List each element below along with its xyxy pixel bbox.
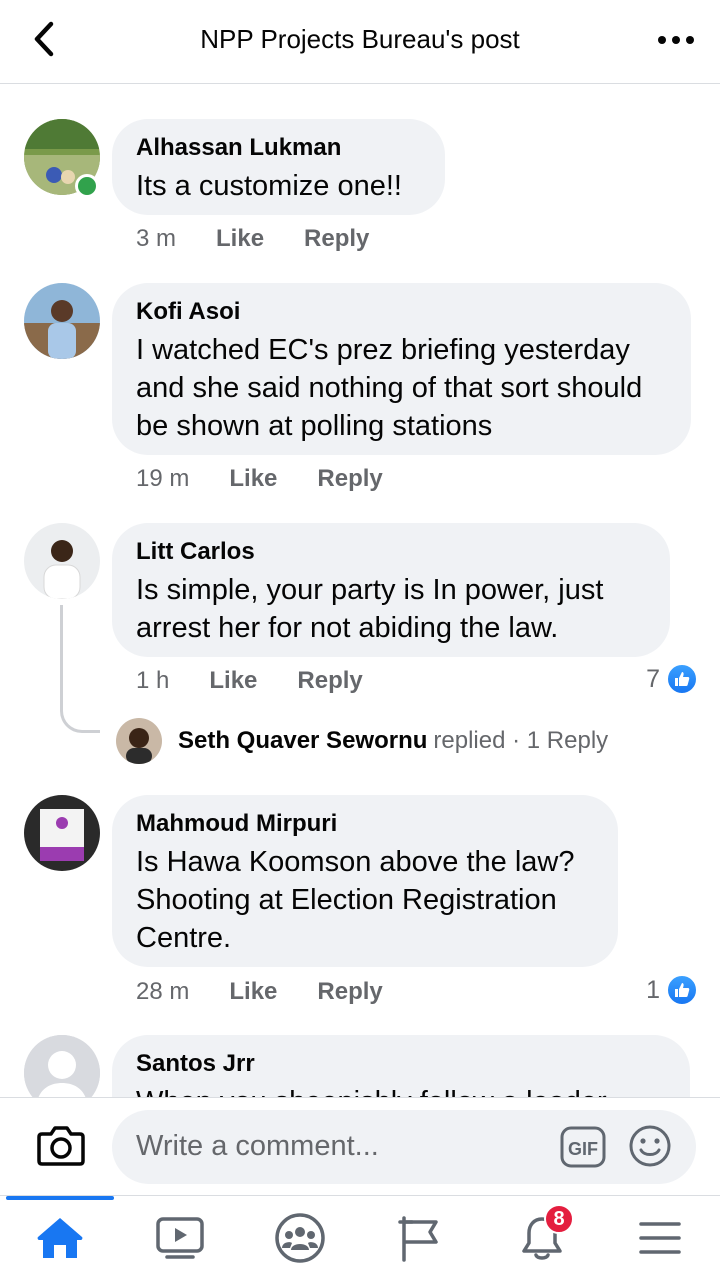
avatar[interactable] (24, 795, 100, 871)
camera-icon (37, 1126, 85, 1166)
notification-badge: 8 (544, 1204, 574, 1234)
reaction-count[interactable]: 7 (646, 663, 698, 695)
comment-time[interactable]: 19 m (136, 465, 189, 493)
comment-time[interactable]: 28 m (136, 978, 189, 1006)
comment-author[interactable]: Mahmoud Mirpuri (136, 809, 594, 839)
reaction-count[interactable]: 1 (646, 974, 698, 1006)
comment-bubble[interactable]: Santos Jrr When you sheepishly follow a … (112, 1035, 690, 1097)
comment-text: I watched EC's prez briefing yesterday a… (136, 334, 643, 442)
comment-meta: 1 h Like Reply (136, 667, 403, 695)
comment-meta: 28 m Like Reply (136, 978, 423, 1006)
avatar (116, 718, 162, 764)
emoji-button[interactable] (628, 1124, 672, 1168)
comment-bubble[interactable]: Litt Carlos Is simple, your party is In … (112, 523, 670, 657)
more-options-button[interactable] (654, 20, 698, 60)
view-replies-link[interactable]: Seth Quaver Sewornu replied · 1 Reply (116, 717, 608, 765)
tab-watch[interactable] (150, 1210, 210, 1266)
bottom-navigation: 8 (0, 1195, 720, 1280)
comment-meta: 19 m Like Reply (136, 465, 423, 493)
comment-meta: 3 m Like Reply (136, 225, 409, 253)
comment-bubble[interactable]: Kofi Asoi I watched EC's prez briefing y… (112, 283, 691, 455)
comment-author[interactable]: Litt Carlos (136, 537, 646, 567)
comment-author[interactable]: Alhassan Lukman (136, 133, 421, 163)
avatar[interactable] (24, 1035, 100, 1097)
like-reaction-icon (666, 974, 698, 1006)
comment-time[interactable]: 1 h (136, 667, 169, 695)
comment-text: Is simple, your party is In power, just … (136, 574, 604, 644)
reaction-number: 7 (646, 664, 660, 693)
tab-groups[interactable] (270, 1210, 330, 1266)
comment-author[interactable]: Kofi Asoi (136, 297, 667, 327)
default-avatar-icon (24, 1035, 100, 1097)
reply-button[interactable]: Reply (304, 225, 369, 253)
tab-notifications[interactable]: 8 (512, 1204, 574, 1266)
comment-input[interactable]: Write a comment... GIF (112, 1110, 696, 1184)
comment-text: Its a customize one!! (136, 170, 402, 202)
flag-icon (398, 1216, 438, 1262)
active-tab-indicator (6, 1196, 114, 1200)
avatar[interactable] (24, 283, 100, 359)
thread-connector (60, 605, 100, 733)
comment-author[interactable]: Santos Jrr (136, 1049, 666, 1079)
comment-input-placeholder: Write a comment... (136, 1130, 379, 1162)
like-button[interactable]: Like (229, 465, 277, 493)
comment-bubble[interactable]: Mahmoud Mirpuri Is Hawa Koomson above th… (112, 795, 618, 967)
gif-label: GIF (568, 1139, 598, 1159)
tab-home[interactable] (30, 1210, 90, 1266)
like-button[interactable]: Like (216, 225, 264, 253)
comment-bubble[interactable]: Alhassan Lukman Its a customize one!! (112, 119, 445, 215)
camera-button[interactable] (36, 1122, 86, 1168)
reply-button[interactable]: Reply (317, 978, 382, 1006)
comment-text: Is Hawa Koomson above the law? Shooting … (136, 846, 575, 954)
tab-pages[interactable] (390, 1210, 450, 1266)
reply-button[interactable]: Reply (317, 465, 382, 493)
reaction-number: 1 (646, 975, 660, 1004)
gif-button[interactable]: GIF (560, 1126, 606, 1168)
top-bar: NPP Projects Bureau's post (0, 0, 720, 84)
groups-icon (275, 1213, 325, 1263)
gif-icon: GIF (560, 1126, 606, 1168)
comment-text: When you sheepishly follow a leader (136, 1083, 666, 1097)
like-reaction-icon (666, 663, 698, 695)
like-button[interactable]: Like (229, 978, 277, 1006)
reply-count-text: replied · 1 Reply (433, 727, 609, 754)
hamburger-menu-icon (639, 1222, 681, 1254)
avatar[interactable] (24, 523, 100, 599)
video-play-icon (156, 1217, 204, 1259)
online-status-icon (75, 174, 99, 198)
page-title: NPP Projects Bureau's post (200, 24, 520, 54)
reply-author: Seth Quaver Sewornu (178, 727, 428, 754)
like-button[interactable]: Like (209, 667, 257, 695)
comment-composer: Write a comment... GIF (0, 1097, 720, 1195)
home-icon (37, 1218, 83, 1258)
comment-time[interactable]: 3 m (136, 225, 176, 253)
more-dots-icon (658, 36, 694, 44)
smiley-icon (629, 1125, 671, 1167)
comments-feed[interactable]: Alhassan Lukman Its a customize one!! 3 … (0, 85, 720, 1097)
tab-menu[interactable] (630, 1210, 690, 1266)
reply-button[interactable]: Reply (297, 667, 362, 695)
